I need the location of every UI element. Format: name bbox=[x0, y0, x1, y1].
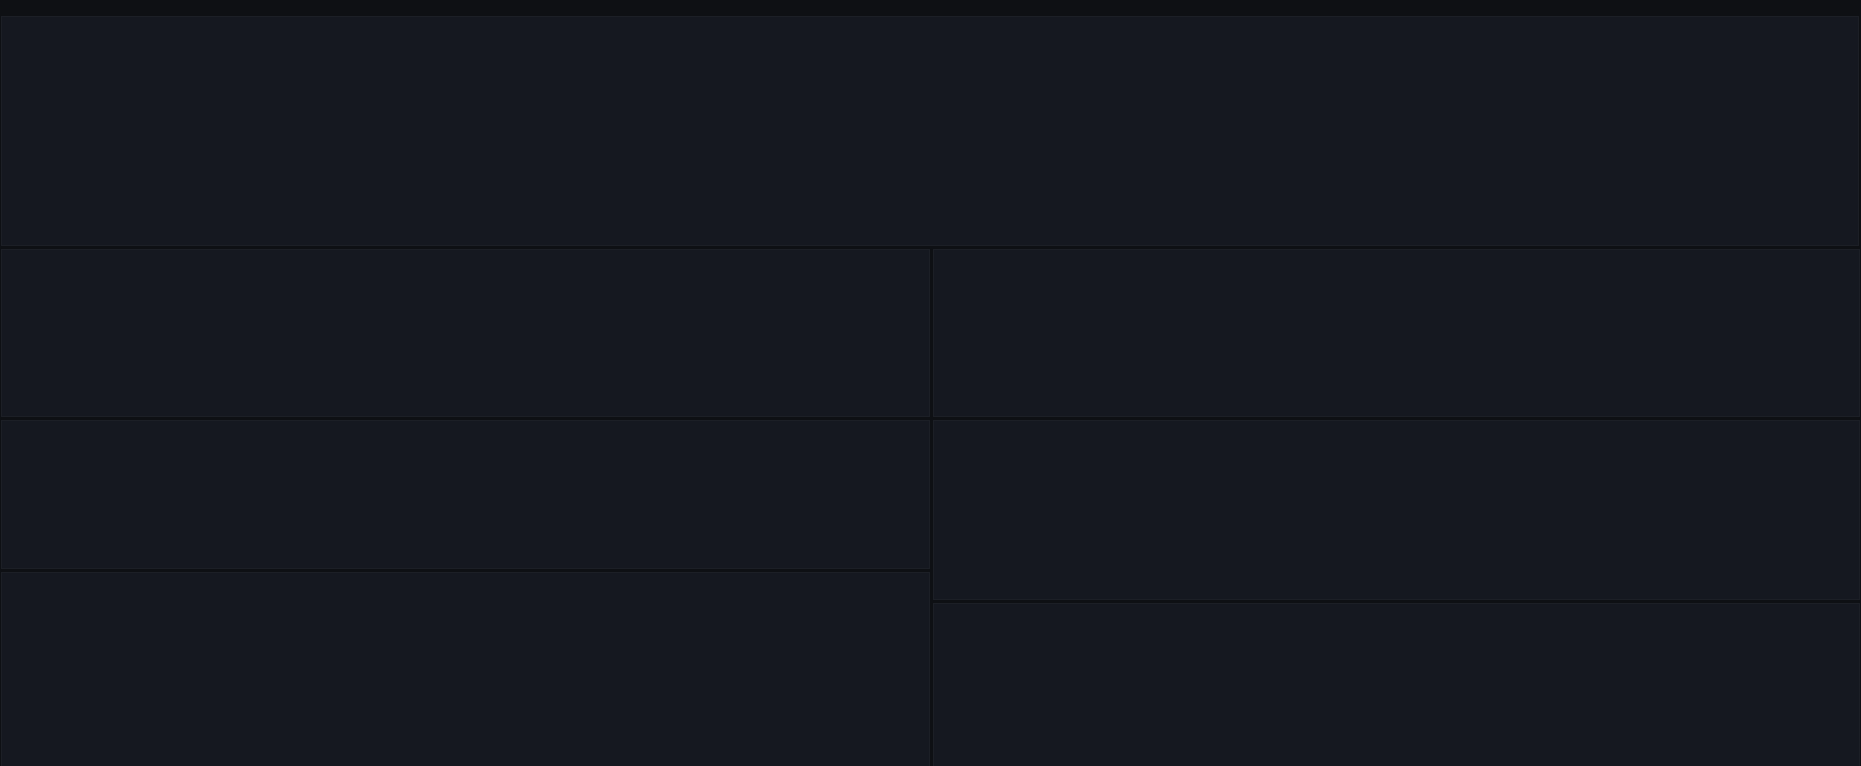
chart-provider-rt-last[interactable] bbox=[934, 443, 1859, 599]
panel-title[interactable] bbox=[2, 573, 929, 595]
chart-provider-rt-min[interactable] bbox=[934, 272, 1859, 416]
panel-provider-rt-max bbox=[1, 420, 930, 569]
chart-provider-rt-p95[interactable] bbox=[2, 595, 929, 766]
panel-provider-rt-last bbox=[933, 420, 1860, 600]
panel-title[interactable] bbox=[934, 604, 1859, 626]
panel-title[interactable] bbox=[934, 421, 1859, 443]
chart-provider-rt-sum[interactable] bbox=[2, 39, 1858, 245]
panel-title[interactable] bbox=[2, 250, 929, 272]
panel-provider-rt-p99 bbox=[933, 603, 1860, 766]
panel-title[interactable] bbox=[934, 250, 1859, 272]
panel-provider-rt-sum bbox=[1, 16, 1859, 246]
panel-provider-rt-avg bbox=[1, 249, 930, 417]
grafana-dashboard bbox=[0, 0, 1861, 766]
panel-title[interactable] bbox=[2, 17, 1858, 39]
panel-provider-rt-min bbox=[933, 249, 1860, 417]
chart-provider-rt-max[interactable] bbox=[2, 443, 929, 568]
panel-provider-rt-p95 bbox=[1, 572, 930, 766]
chart-provider-rt-p99[interactable] bbox=[934, 626, 1859, 766]
chart-provider-rt-avg[interactable] bbox=[2, 272, 929, 416]
dashboard-row-header[interactable] bbox=[5, 0, 11, 16]
panel-title[interactable] bbox=[2, 421, 929, 443]
